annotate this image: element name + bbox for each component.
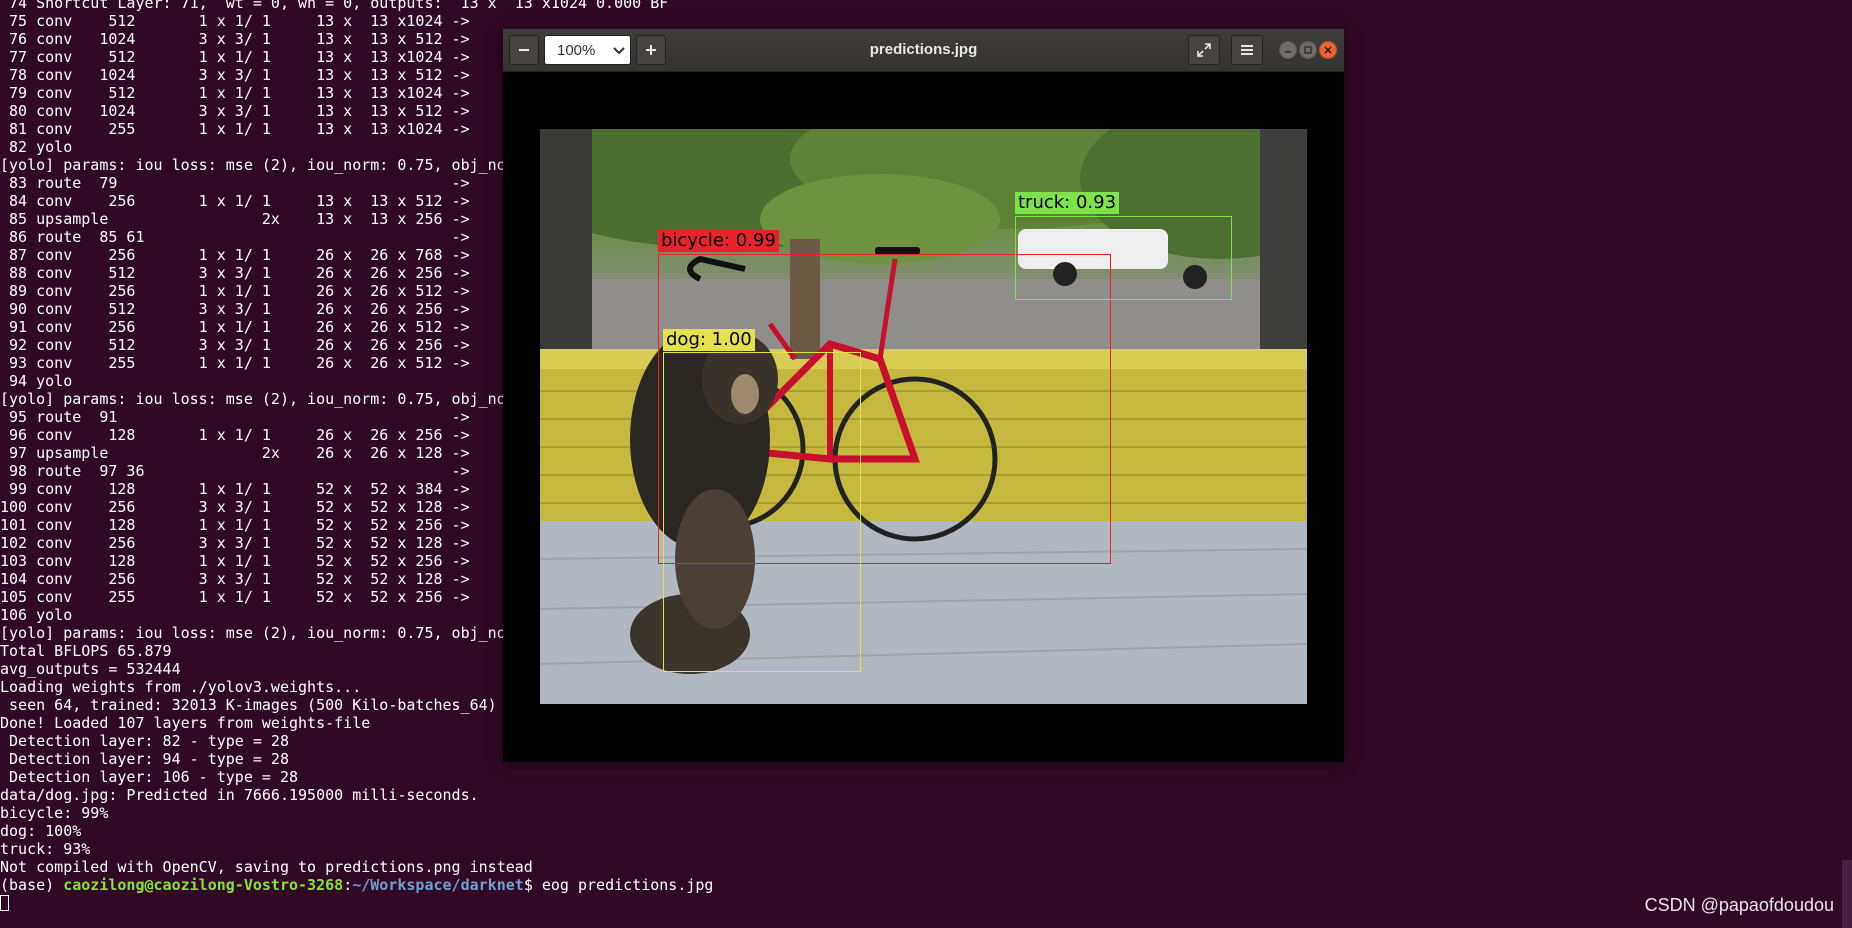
- terminal-line: bicycle: 99%: [0, 804, 109, 822]
- terminal-line: data/dog.jpg: Predicted in 7666.195000 m…: [0, 786, 479, 804]
- prompt-separator: :: [343, 876, 353, 894]
- terminal-line: Not compiled with OpenCV, saving to pred…: [0, 858, 533, 876]
- terminal-line: truck: 93%: [0, 840, 91, 858]
- viewer-headerbar[interactable]: 100% predictions.jpg: [503, 29, 1344, 72]
- prompt-path: ~/Workspace/darknet: [352, 876, 524, 894]
- predictions-image: bicycle: 0.99 truck: 0.93 dog: 1.00: [540, 129, 1307, 704]
- prompt-user-host: caozilong@caozilong-Vostro-3268: [63, 876, 344, 894]
- minimize-icon: [1285, 51, 1291, 53]
- maximize-button[interactable]: [1299, 41, 1317, 59]
- fullscreen-button[interactable]: [1188, 35, 1220, 65]
- prompt-env: (base): [0, 876, 64, 894]
- close-button[interactable]: [1319, 41, 1337, 59]
- detection-label-dog: dog: 1.00: [663, 329, 755, 351]
- watermark: CSDN @papaofdoudou: [1644, 895, 1834, 915]
- detection-box-dog: [663, 352, 861, 672]
- text-cursor: [0, 895, 9, 911]
- fullscreen-icon: [1197, 43, 1211, 57]
- terminal-line: 74 Shortcut Layer: 71, wt = 0, wn = 0, o…: [0, 0, 669, 12]
- close-icon: [1324, 46, 1332, 54]
- image-viewer-window[interactable]: 100% predictions.jpg bicycle: 0.99 truck…: [503, 29, 1344, 762]
- maximize-icon: [1304, 46, 1312, 54]
- terminal-scrollbar[interactable]: [1842, 860, 1852, 928]
- detection-label-truck: truck: 0.93: [1015, 192, 1120, 214]
- detection-label-bicycle: bicycle: 0.99: [658, 230, 779, 252]
- shell-prompt[interactable]: (base) caozilong@caozilong-Vostro-3268:~…: [0, 876, 713, 894]
- prompt-command: eog predictions.jpg: [541, 876, 714, 894]
- minimize-button[interactable]: [1279, 41, 1297, 59]
- hamburger-menu-icon: [1241, 45, 1253, 55]
- menu-button[interactable]: [1231, 35, 1263, 65]
- terminal-line: Detection layer: 106 - type = 28: [0, 768, 299, 786]
- terminal-line: 75 conv 512 1 x 1/ 1 13 x 13 x1024 ->: [0, 12, 470, 30]
- terminal-line: dog: 100%: [0, 822, 82, 840]
- prompt-symbol: $: [523, 876, 542, 894]
- cursor-line[interactable]: [0, 894, 713, 912]
- detection-box-truck: [1015, 216, 1232, 300]
